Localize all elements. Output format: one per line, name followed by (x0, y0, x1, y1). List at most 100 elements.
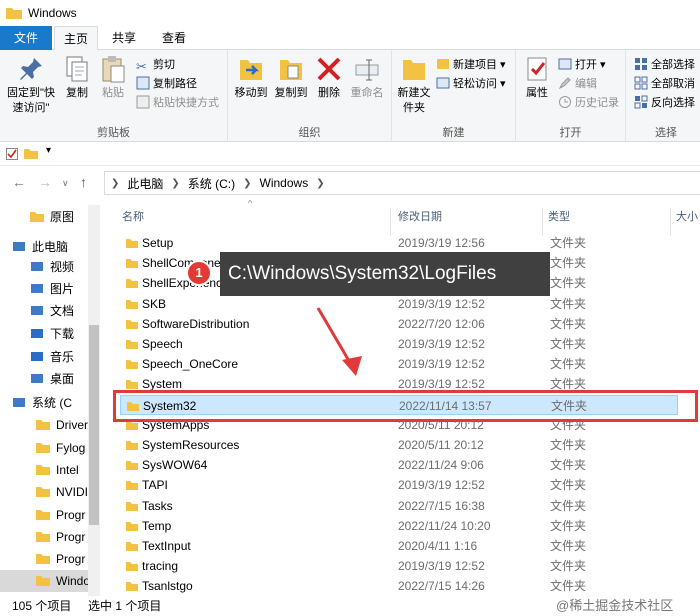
folder-icon (126, 380, 138, 389)
nav-item[interactable]: 图片 (30, 278, 74, 300)
select-none-button[interactable]: 全部取消 (634, 75, 695, 93)
folder-icon (36, 576, 50, 586)
open-group: 属性 打开 ▾ 编辑 历史记录 打开 (516, 50, 626, 142)
window-title: Windows (28, 6, 77, 20)
file-row[interactable]: SKB 2019/3/19 12:52 文件夹 (120, 294, 678, 314)
nav-item[interactable]: NVIDI (36, 481, 88, 503)
breadcrumb-windows[interactable]: Windows (260, 176, 309, 190)
column-type[interactable]: 类型 (548, 208, 570, 224)
nav-item[interactable]: 此电脑 (12, 236, 68, 258)
doc-icon (31, 306, 43, 315)
history-label: 历史记录 (575, 97, 619, 109)
nav-item[interactable]: Intel (36, 459, 79, 481)
folder-icon (36, 510, 50, 520)
copy-path-button[interactable]: 复制路径 (136, 75, 197, 93)
invert-selection-button[interactable]: 反向选择 (634, 94, 695, 112)
open-button[interactable]: 打开 ▾ (558, 56, 606, 74)
new-folder-button[interactable]: 新建文件夹 (396, 54, 432, 116)
file-row[interactable]: SoftwareDistribution 2022/7/20 12:06 文件夹 (120, 314, 678, 334)
rename-button[interactable]: 重命名 (346, 54, 388, 101)
rename-icon (355, 59, 379, 81)
folder-icon (36, 532, 50, 542)
move-to-label: 移动到 (234, 87, 268, 99)
nav-item[interactable]: 系统 (C (12, 392, 72, 414)
tab-home[interactable]: 主页 (54, 26, 98, 51)
address-bar[interactable]: ❯ 此电脑 ❯ 系统 (C:) ❯ Windows ❯ (104, 171, 700, 195)
tab-file[interactable]: 文件 (0, 26, 52, 50)
file-row[interactable]: Tsanlstgo 2022/7/15 14:26 文件夹 (120, 576, 678, 596)
customize-toolbar-icon[interactable]: ▾ (46, 145, 51, 156)
folder-icon (36, 443, 50, 453)
file-name: Tsanlstgo (142, 579, 193, 593)
paste-shortcut-button[interactable]: 粘贴快捷方式 (136, 94, 219, 112)
organize-group: 移动到 复制到 删除 重命名 组织 (228, 50, 392, 142)
properties-check-icon[interactable] (6, 148, 18, 160)
nav-item[interactable]: Driver (36, 414, 88, 436)
nav-item[interactable]: 下载 (30, 323, 74, 345)
file-row[interactable]: Speech_OneCore 2019/3/19 12:52 文件夹 (120, 354, 678, 374)
edit-button[interactable]: 编辑 (558, 75, 597, 93)
navigation-pane-scrollbar[interactable] (88, 205, 100, 596)
breadcrumb-this-pc[interactable]: 此电脑 (127, 175, 163, 192)
column-name[interactable]: 名称 (122, 208, 144, 224)
nav-item[interactable]: Progr (36, 504, 85, 526)
file-row[interactable]: Setup 2019/3/19 12:56 文件夹 (120, 233, 678, 253)
nav-item[interactable]: 原图 (30, 206, 74, 228)
file-row[interactable]: Tasks 2022/7/15 16:38 文件夹 (120, 496, 678, 516)
nav-item[interactable]: Fylog (36, 437, 85, 459)
edit-icon (558, 77, 571, 90)
new-item-button[interactable]: 新建项目 ▾ (436, 56, 506, 74)
ribbon: 固定到"快速访问" 复制 粘贴 ✂ 剪切 复制路径 粘贴快捷方式 剪贴板 移动到 … (0, 50, 700, 142)
nav-item-label: 系统 (C (32, 396, 72, 410)
tab-view[interactable]: 查看 (152, 26, 196, 50)
folder-icon (126, 320, 138, 329)
properties-button[interactable]: 属性 (520, 54, 554, 101)
new-group-label: 新建 (442, 127, 465, 139)
column-size[interactable]: 大小 (676, 208, 698, 224)
address-chevron-icon: ❯ (111, 177, 120, 189)
forward-arrow-icon[interactable]: → (38, 174, 52, 190)
delete-button[interactable]: 删除 (314, 54, 344, 101)
nav-item[interactable]: Progr (36, 526, 85, 548)
nav-item[interactable]: Windo (0, 570, 90, 592)
up-arrow-icon[interactable]: ↑ (80, 174, 87, 190)
cut-button[interactable]: ✂ 剪切 (136, 56, 175, 74)
recent-chevron-icon[interactable]: ∨ (62, 178, 69, 189)
scrollbar-thumb[interactable] (89, 325, 99, 525)
clipboard-group: 固定到"快速访问" 复制 粘贴 ✂ 剪切 复制路径 粘贴快捷方式 剪贴板 (0, 50, 228, 142)
select-all-button[interactable]: 全部选择 (634, 56, 695, 74)
back-arrow-icon[interactable]: ← (12, 174, 26, 190)
address-chevron-icon: ❯ (171, 177, 180, 189)
nav-item[interactable]: 音乐 (30, 346, 74, 368)
file-row[interactable]: SystemResources 2020/5/11 20:12 文件夹 (120, 435, 678, 455)
file-row[interactable]: tracing 2019/3/19 12:52 文件夹 (120, 556, 678, 576)
paste-button[interactable]: 粘贴 (96, 54, 130, 101)
file-row[interactable]: Temp 2022/11/24 10:20 文件夹 (120, 516, 678, 536)
file-row[interactable]: SysWOW64 2022/11/24 9:06 文件夹 (120, 455, 678, 475)
nav-item[interactable]: 视频 (30, 256, 74, 278)
file-date: 2022/11/24 9:06 (398, 458, 484, 472)
nav-item[interactable]: 桌面 (30, 368, 74, 390)
move-to-button[interactable]: 移动到 (232, 54, 270, 101)
column-separator[interactable] (542, 208, 543, 236)
copy-to-button[interactable]: 复制到 (272, 54, 310, 101)
folder-icon (126, 481, 138, 490)
easy-access-button[interactable]: 轻松访问 ▾ (436, 75, 506, 93)
column-date[interactable]: 修改日期 (398, 208, 442, 224)
tab-share[interactable]: 共享 (104, 26, 144, 50)
copy-button[interactable]: 复制 (60, 54, 94, 101)
history-button[interactable]: 历史记录 (558, 94, 619, 112)
new-folder-small-icon[interactable] (24, 148, 38, 159)
folder-icon (126, 360, 138, 369)
file-row[interactable]: TextInput 2020/4/11 1:16 文件夹 (120, 536, 678, 556)
folder-icon (126, 502, 138, 511)
file-row[interactable]: Speech 2019/3/19 12:52 文件夹 (120, 334, 678, 354)
pin-quick-access-button[interactable]: 固定到"快速访问" (4, 54, 58, 116)
file-date: 2020/5/11 20:12 (398, 438, 484, 452)
column-separator[interactable] (390, 208, 391, 236)
nav-item[interactable]: 文档 (30, 300, 74, 322)
nav-item[interactable]: Progr (36, 548, 85, 570)
column-separator[interactable] (670, 208, 671, 236)
breadcrumb-system-c[interactable]: 系统 (C:) (188, 175, 235, 192)
file-row[interactable]: TAPI 2019/3/19 12:52 文件夹 (120, 475, 678, 495)
